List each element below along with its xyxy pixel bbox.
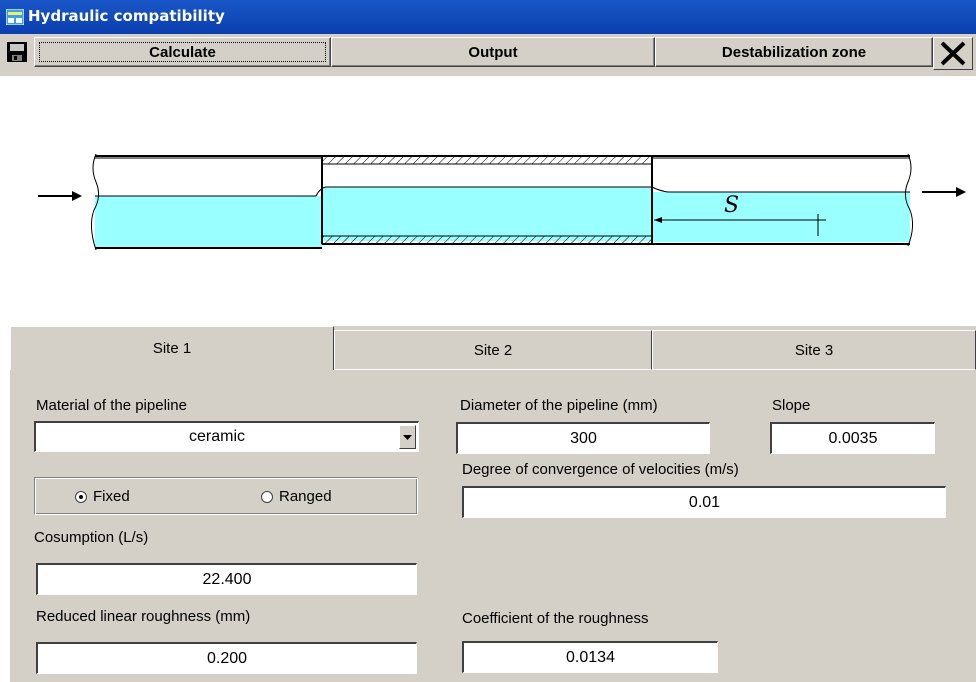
radio-fixed-label: Fixed xyxy=(93,488,130,505)
water-right xyxy=(652,192,910,242)
reduced-roughness-value: 0.200 xyxy=(206,649,248,667)
app-icon xyxy=(6,9,24,25)
convergence-value: 0.01 xyxy=(688,493,721,511)
toolbar: Calculate Output Destabilization zone xyxy=(0,34,976,76)
window-title: Hydraulic compatibility xyxy=(28,7,225,25)
dropdown-arrow-icon[interactable] xyxy=(399,425,416,449)
tab-label: Site 1 xyxy=(152,340,192,357)
roughness-coefficient-value: 0.0134 xyxy=(566,648,615,666)
tab-site-1[interactable]: Site 1 xyxy=(10,326,334,370)
slope-label: Slope xyxy=(772,397,811,414)
slope-input[interactable]: 0.0035 xyxy=(770,422,935,454)
tab-label: Site 3 xyxy=(794,341,834,359)
destabilization-label: Destabilization zone xyxy=(721,43,867,61)
water-left xyxy=(95,196,322,248)
site-panel: Site 1 Site 2 Site 3 Material of the pip… xyxy=(10,326,976,682)
reduced-roughness-input[interactable]: 0.200 xyxy=(36,642,417,674)
focus-rect xyxy=(39,42,326,62)
consumption-mode-group: Fixed Ranged xyxy=(34,477,418,515)
consumption-input[interactable]: 22.400 xyxy=(36,563,417,595)
pipeline-drawing: S xyxy=(38,153,966,251)
radio-fixed-indicator xyxy=(75,490,87,503)
radio-fixed[interactable]: Fixed xyxy=(75,488,130,505)
tab-label: Site 2 xyxy=(473,341,513,359)
material-label: Material of the pipeline xyxy=(36,397,187,414)
radio-ranged-indicator xyxy=(261,490,273,503)
convergence-label: Degree of convergence of velocities (m/s… xyxy=(462,461,739,478)
consumption-label: Cosumption (L/s) xyxy=(34,529,149,546)
save-icon[interactable] xyxy=(6,41,28,63)
distance-symbol-s: S xyxy=(724,193,739,218)
tab-site-2[interactable]: Site 2 xyxy=(334,330,652,370)
hatched-wall-bottom xyxy=(321,235,653,245)
material-select[interactable]: ceramic xyxy=(34,421,419,452)
consumption-value: 22.400 xyxy=(202,570,252,588)
roughness-coefficient-input[interactable]: 0.0134 xyxy=(462,641,718,673)
destabilization-zone-button[interactable]: Destabilization zone xyxy=(655,37,933,67)
calculate-button[interactable]: Calculate xyxy=(34,37,331,67)
material-value: ceramic xyxy=(188,428,245,445)
output-label: Output xyxy=(468,43,518,61)
diameter-value: 300 xyxy=(570,429,597,447)
close-button[interactable] xyxy=(933,37,973,70)
water-middle xyxy=(322,187,652,241)
title-bar: Hydraulic compatibility xyxy=(0,0,976,34)
slope-value: 0.0035 xyxy=(828,429,878,447)
pipeline-diagram: S xyxy=(0,76,976,326)
tab-site-3[interactable]: Site 3 xyxy=(652,330,976,370)
close-icon xyxy=(940,41,966,66)
roughness-coefficient-label: Coefficient of the roughness xyxy=(462,610,649,627)
convergence-input[interactable]: 0.01 xyxy=(462,486,946,518)
diameter-label: Diameter of the pipeline (mm) xyxy=(460,397,658,414)
radio-ranged-label: Ranged xyxy=(279,488,332,505)
hatched-wall-top xyxy=(321,155,653,165)
output-button[interactable]: Output xyxy=(331,37,655,67)
radio-ranged[interactable]: Ranged xyxy=(261,488,332,505)
diameter-input[interactable]: 300 xyxy=(456,422,710,454)
reduced-roughness-label: Reduced linear roughness (mm) xyxy=(36,608,251,625)
